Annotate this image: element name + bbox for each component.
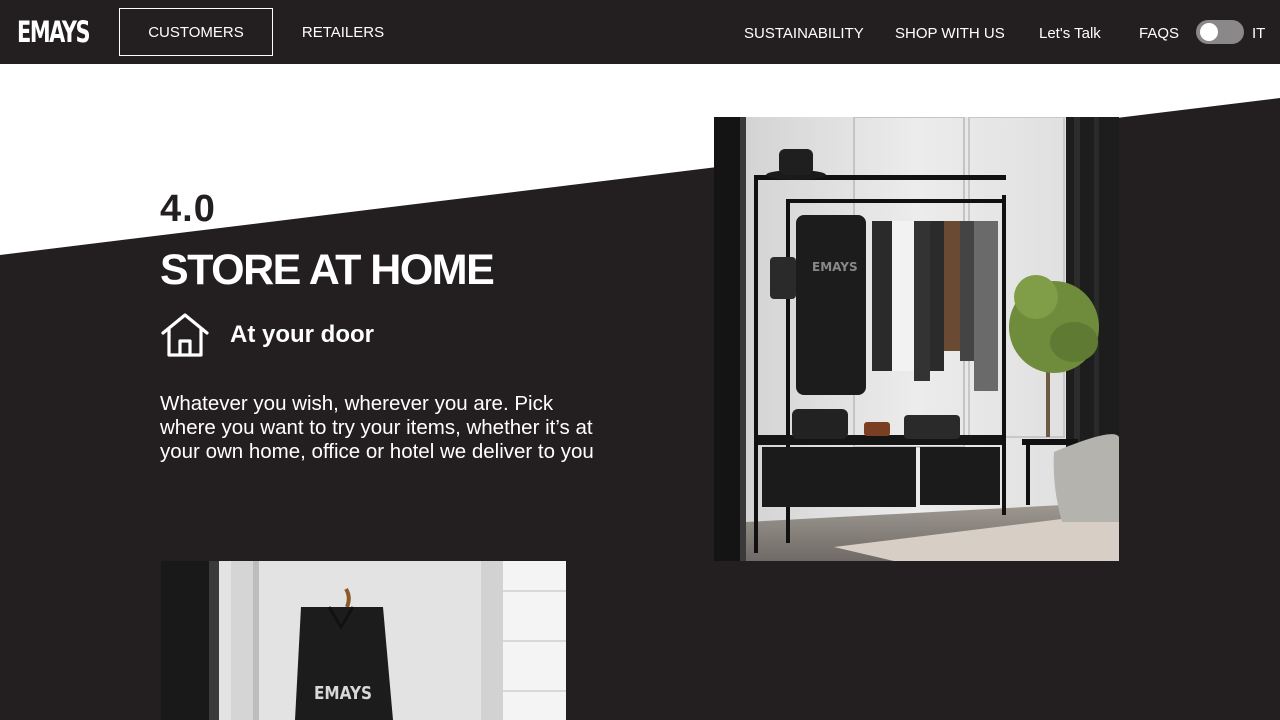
language-label: IT xyxy=(1252,24,1266,42)
top-navigation-bar: EMAYS CUSTOMERS RETAILERS SUSTAINABILITY… xyxy=(0,0,1280,64)
language-toggle[interactable] xyxy=(1196,20,1244,44)
garment-bag-photo: EMAYS xyxy=(161,561,566,720)
nav-link-shop-with-us[interactable]: SHOP WITH US xyxy=(895,20,1005,46)
language-toggle-knob xyxy=(1200,23,1218,41)
house-icon xyxy=(161,313,209,357)
feature-label: At your door xyxy=(230,321,374,348)
tab-retailers[interactable]: RETAILERS xyxy=(292,8,394,56)
tab-customers[interactable]: CUSTOMERS xyxy=(119,8,273,56)
feature-row: At your door xyxy=(160,312,374,358)
section-description: Whatever you wish, wherever you are. Pic… xyxy=(160,392,594,463)
svg-text:EMAYS: EMAYS xyxy=(314,682,372,704)
nav-link-sustainability[interactable]: SUSTAINABILITY xyxy=(744,20,864,46)
section-title: STORE AT HOME xyxy=(160,246,495,294)
nav-link-lets-talk[interactable]: Let's Talk xyxy=(1039,20,1101,46)
svg-text:EMAYS: EMAYS xyxy=(812,260,858,274)
nav-link-faqs[interactable]: FAQS xyxy=(1139,20,1179,46)
section-number: 4.0 xyxy=(160,188,216,230)
wardrobe-photo: EMAYS xyxy=(714,117,1119,561)
emays-logo[interactable]: EMAYS xyxy=(17,14,91,50)
